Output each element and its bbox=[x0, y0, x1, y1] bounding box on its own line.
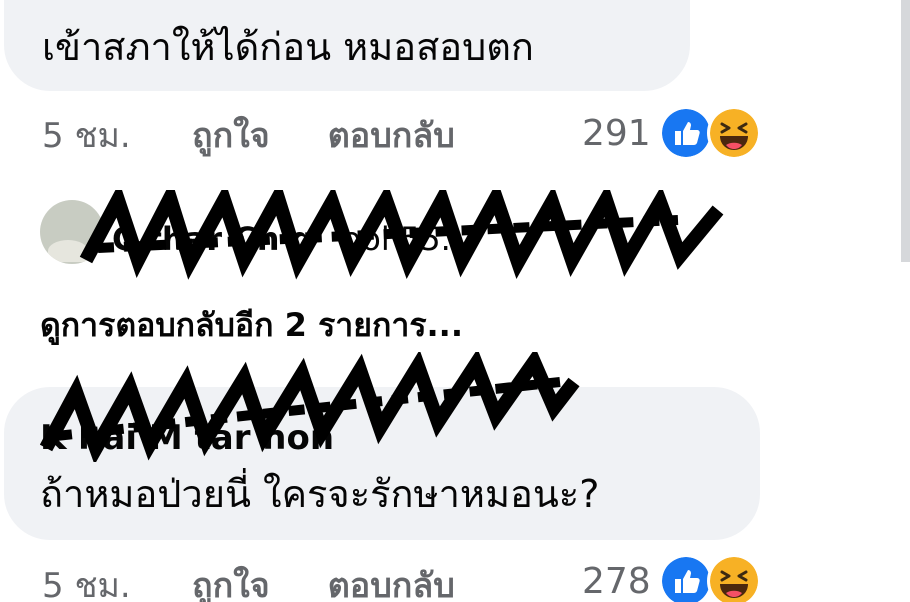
reaction-summary[interactable]: 291 bbox=[582, 106, 761, 160]
comment-time[interactable]: 5 ชม. bbox=[42, 108, 192, 162]
reply-button[interactable]: ตอบกลับ bbox=[328, 108, 455, 162]
scrollbar[interactable] bbox=[901, 0, 910, 262]
comment-time[interactable]: 5 ชม. bbox=[42, 558, 192, 602]
comment-actions: 5 ชม. ถูกใจ ตอบกลับ bbox=[42, 560, 513, 602]
haha-reaction-icon bbox=[706, 554, 761, 602]
reply-preview-text: C thar Ch g ool 55... bbox=[112, 220, 471, 258]
reply-button[interactable]: ตอบกลับ bbox=[328, 558, 455, 602]
haha-reaction-icon bbox=[706, 106, 761, 160]
like-button[interactable]: ถูกใจ bbox=[192, 108, 270, 162]
like-reaction-icon bbox=[658, 554, 713, 602]
like-button[interactable]: ถูกใจ bbox=[192, 558, 270, 602]
reaction-summary[interactable]: 278 bbox=[582, 554, 761, 602]
comment-actions: 5 ชม. ถูกใจ ตอบกลับ bbox=[42, 110, 513, 160]
reaction-count: 291 bbox=[582, 112, 651, 154]
comment-text: ถ้าหมอป่วยนี่ ใครจะรักษาหมอนะ? bbox=[40, 472, 600, 516]
comment-author[interactable]: K hai M tar hon bbox=[40, 421, 334, 455]
reaction-count: 278 bbox=[582, 560, 651, 602]
comment-bubble[interactable]: เข้าสภาให้ได้ก่อน หมอสอบตก bbox=[4, 0, 690, 91]
view-more-replies-link[interactable]: ดูการตอบกลับอีก 2 รายการ... bbox=[40, 300, 463, 351]
like-reaction-icon bbox=[658, 106, 713, 160]
avatar[interactable] bbox=[40, 200, 104, 264]
reply-snippet: ool 55... bbox=[341, 220, 472, 258]
comment-text: เข้าสภาให้ได้ก่อน หมอสอบตก bbox=[42, 25, 534, 69]
comment-bubble[interactable]: K hai M tar hon ถ้าหมอป่วยนี่ ใครจะรักษา… bbox=[4, 387, 760, 540]
reply-author[interactable]: C thar Ch g bbox=[112, 220, 314, 258]
reply-preview[interactable]: C thar Ch g ool 55... bbox=[38, 190, 868, 280]
comments-thread: เข้าสภาให้ได้ก่อน หมอสอบตก 5 ชม. ถูกใจ ต… bbox=[0, 0, 910, 602]
